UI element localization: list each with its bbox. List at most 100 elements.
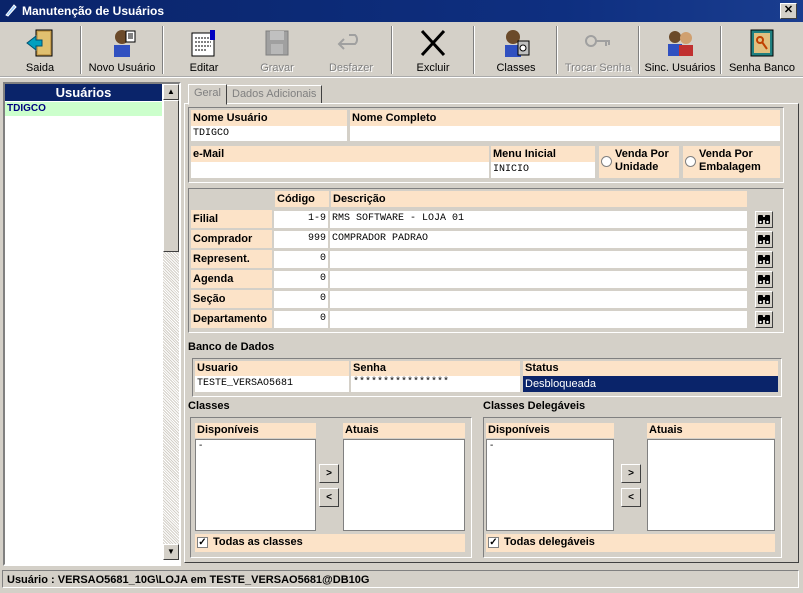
venda-embalagem-label: Venda Por Embalagem: [699, 148, 761, 173]
scroll-thumb[interactable]: [163, 100, 179, 252]
list-item[interactable]: -: [490, 440, 493, 451]
classes-icon: [505, 30, 530, 57]
grid-row-descricao-field[interactable]: RMS SOFTWARE - LOJA 01: [330, 211, 747, 228]
binoculars-search-icon[interactable]: [755, 291, 773, 308]
binoculars-search-icon[interactable]: [755, 251, 773, 268]
venda-unidade-option[interactable]: Venda Por Unidade: [599, 146, 679, 178]
exit-button[interactable]: Saida: [0, 25, 80, 75]
todas-delegaveis-option[interactable]: ✓ Todas delegáveis: [486, 534, 775, 552]
delegaveis-group: Disponíveis - > < Atuais ✓ Todas delegáv…: [483, 417, 782, 558]
users-list-scrollbar[interactable]: ▲ ▼: [163, 84, 179, 560]
delegaveis-disponiveis-label: Disponíveis: [486, 423, 614, 438]
banco-dados-title: Banco de Dados: [188, 341, 275, 353]
new-user-label: Novo Usuário: [88, 62, 156, 74]
users-list-panel: Usuários TDIGCO ▲ ▼: [3, 82, 181, 566]
classes-disponiveis-list[interactable]: -: [195, 439, 316, 531]
db-senha-label: Senha: [351, 361, 520, 376]
sync-users-icon: [668, 31, 693, 56]
menu-inicial-field[interactable]: INICIO: [491, 162, 595, 178]
exit-door-icon: [26, 29, 53, 57]
save-button[interactable]: Gravar: [237, 25, 317, 75]
window-title: Manutenção de Usuários: [22, 4, 165, 18]
edit-form-icon: [191, 30, 215, 57]
undo-button[interactable]: Desfazer: [311, 25, 391, 75]
email-label: e-Mail: [191, 146, 489, 162]
binoculars-search-icon[interactable]: [755, 231, 773, 248]
edit-button[interactable]: Editar: [164, 25, 244, 75]
list-item[interactable]: -: [199, 440, 202, 451]
grid-row-descricao-field[interactable]: [330, 251, 747, 268]
todas-classes-label: Todas as classes: [213, 536, 303, 548]
delete-button[interactable]: Excluir: [393, 25, 473, 75]
tab-dados-adicionais[interactable]: Dados Adicionais: [226, 85, 323, 104]
nome-completo-field[interactable]: [350, 126, 780, 141]
classes-atuais-list[interactable]: [343, 439, 465, 531]
undo-icon: [337, 34, 358, 50]
delegaveis-title: Classes Delegáveis: [483, 400, 586, 412]
grid-row-codigo-field[interactable]: 0: [274, 311, 328, 328]
grid-row-codigo-field[interactable]: 999: [274, 231, 328, 248]
banco-dados-group: Usuario TESTE_VERSAO5681 Senha *********…: [192, 358, 782, 397]
add-class-button[interactable]: >: [319, 464, 339, 483]
edit-label: Editar: [189, 62, 219, 74]
todas-classes-option[interactable]: ✓ Todas as classes: [195, 534, 465, 552]
sync-users-button[interactable]: Sinc. Usuários: [640, 25, 720, 75]
save-label: Gravar: [260, 62, 294, 74]
nome-usuario-label: Nome Usuário: [191, 110, 347, 126]
db-usuario-label: Usuario: [195, 361, 349, 376]
grid-row-codigo-field[interactable]: 1-9: [274, 211, 328, 228]
new-user-button[interactable]: Novo Usuário: [82, 25, 162, 75]
tab-geral[interactable]: Geral: [188, 84, 227, 105]
remove-delegavel-button[interactable]: <: [621, 488, 641, 507]
db-usuario-field[interactable]: TESTE_VERSAO5681: [195, 376, 349, 392]
scroll-down-button[interactable]: ▼: [163, 544, 179, 560]
delegaveis-disponiveis-list[interactable]: -: [486, 439, 614, 531]
db-password-button[interactable]: Senha Banco: [722, 25, 802, 75]
grid-row-codigo-field[interactable]: 0: [274, 291, 328, 308]
classes-title: Classes: [188, 400, 230, 412]
sync-users-label: Sinc. Usuários: [644, 62, 716, 74]
toolbar-separator: [473, 26, 475, 74]
todas-classes-checkbox[interactable]: ✓: [197, 537, 208, 548]
delete-label: Excluir: [416, 62, 450, 74]
users-list-item[interactable]: TDIGCO: [5, 102, 162, 116]
classes-group: Disponíveis - > < Atuais ✓ Todas as clas…: [190, 417, 472, 558]
venda-embalagem-option[interactable]: Venda Por Embalagem: [683, 146, 780, 178]
venda-unidade-radio[interactable]: [601, 156, 612, 167]
grid-row-descricao-field[interactable]: COMPRADOR PADRAO: [330, 231, 747, 248]
close-button[interactable]: ✕: [780, 3, 797, 19]
grid-row-label: Departamento: [191, 310, 272, 328]
keys-icon: [585, 35, 610, 47]
classes-button[interactable]: Classes: [476, 25, 556, 75]
db-senha-field[interactable]: ****************: [351, 376, 520, 392]
grid-row-descricao-field[interactable]: [330, 291, 747, 308]
delegaveis-atuais-label: Atuais: [647, 423, 775, 438]
db-password-label: Senha Banco: [728, 62, 796, 74]
venda-embalagem-radio[interactable]: [685, 156, 696, 167]
grid-row-label: Comprador: [191, 230, 272, 248]
classes-label: Classes: [496, 62, 536, 74]
binoculars-search-icon[interactable]: [755, 211, 773, 228]
add-delegavel-button[interactable]: >: [621, 464, 641, 483]
nome-completo-label: Nome Completo: [350, 110, 780, 126]
scroll-up-button[interactable]: ▲: [163, 84, 179, 100]
grid-row-descricao-field[interactable]: [330, 271, 747, 288]
delegaveis-atuais-list[interactable]: [647, 439, 775, 531]
remove-class-button[interactable]: <: [319, 488, 339, 507]
todas-delegaveis-checkbox[interactable]: ✓: [488, 537, 499, 548]
binoculars-search-icon[interactable]: [755, 271, 773, 288]
grid-row-codigo-field[interactable]: 0: [274, 251, 328, 268]
classes-atuais-label: Atuais: [343, 423, 465, 438]
grid-row-descricao-field[interactable]: [330, 311, 747, 328]
exit-label: Saida: [25, 62, 55, 74]
grid-row-codigo-field[interactable]: 0: [274, 271, 328, 288]
new-user-icon: [114, 30, 136, 57]
grid-row-label: Seção: [191, 290, 272, 308]
todas-delegaveis-label: Todas delegáveis: [504, 536, 595, 548]
nome-usuario-field[interactable]: TDIGCO: [191, 126, 347, 141]
change-password-button[interactable]: Trocar Senha: [558, 25, 638, 75]
db-status-select[interactable]: Desbloqueada: [523, 376, 778, 392]
db-status-label: Status: [523, 361, 778, 376]
binoculars-search-icon[interactable]: [755, 311, 773, 328]
email-field[interactable]: [191, 162, 489, 178]
